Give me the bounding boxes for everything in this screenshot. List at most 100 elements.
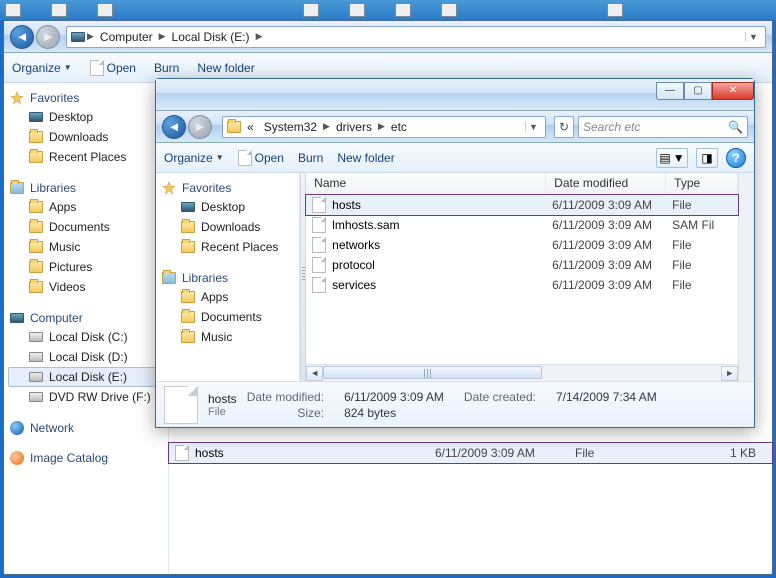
taskbar-icon[interactable] <box>395 3 411 17</box>
breadcrumb-segment[interactable]: Local Disk (E:) <box>168 30 254 44</box>
pane-icon: ◨ <box>701 151 712 165</box>
address-row: ◄ ► « System32 ▶ drivers ▶ etc ▼ ↻ Searc… <box>156 111 754 143</box>
breadcrumb-segment[interactable]: etc <box>387 120 411 134</box>
maximize-button[interactable]: ▢ <box>684 82 712 100</box>
search-input[interactable]: Search etc 🔍 <box>578 116 748 138</box>
file-row[interactable]: services 6/11/2009 3:09 AM File <box>306 275 738 295</box>
nav-item-image-catalog[interactable]: Image Catalog <box>8 449 164 467</box>
vertical-scrollbar[interactable] <box>738 173 754 381</box>
file-name: hosts <box>332 198 361 212</box>
nav-item-dvd-drive[interactable]: DVD RW Drive (F:) <box>8 387 164 407</box>
burn-button[interactable]: Burn <box>154 61 179 75</box>
nav-item-videos[interactable]: Videos <box>8 277 164 297</box>
nav-item-downloads[interactable]: Downloads <box>8 127 164 147</box>
breadcrumb-dropdown[interactable]: ▼ <box>745 32 761 42</box>
file-name: lmhosts.sam <box>332 218 399 232</box>
breadcrumb-overflow[interactable]: « <box>243 120 258 134</box>
view-mode-button[interactable]: ▤▼ <box>656 148 688 168</box>
nav-item-recent-places[interactable]: Recent Places <box>8 147 164 167</box>
nav-item-desktop[interactable]: Desktop <box>160 197 295 217</box>
new-folder-button[interactable]: New folder <box>337 151 394 165</box>
close-button[interactable]: ✕ <box>712 82 754 100</box>
titlebar[interactable]: ◄ ► ▶ Computer ▶ Local Disk (E:) ▶ ▼ <box>4 21 772 53</box>
file-row[interactable]: hosts 6/11/2009 3:09 AM File 1 KB <box>169 443 772 463</box>
horizontal-scrollbar[interactable]: ◄ ► <box>306 364 738 381</box>
chevron-right-icon[interactable]: ▶ <box>378 121 385 132</box>
breadcrumb-segment[interactable]: Computer <box>96 30 157 44</box>
taskbar-icon[interactable] <box>51 3 67 17</box>
scroll-thumb[interactable] <box>323 366 542 379</box>
titlebar[interactable]: — ▢ ✕ <box>156 79 754 111</box>
taskbar-icon[interactable] <box>441 3 457 17</box>
chevron-right-icon[interactable]: ▶ <box>159 31 166 42</box>
organize-menu[interactable]: Organize▼ <box>164 151 224 165</box>
nav-group-libraries[interactable]: Libraries <box>160 269 295 287</box>
nav-item-apps[interactable]: Apps <box>8 197 164 217</box>
folder-icon <box>29 151 43 163</box>
column-type[interactable]: Type <box>666 173 738 194</box>
nav-group-favorites[interactable]: Favorites <box>8 89 164 107</box>
drive-icon <box>29 352 43 362</box>
nav-item-documents[interactable]: Documents <box>160 307 295 327</box>
file-name: protocol <box>332 258 375 272</box>
new-folder-button[interactable]: New folder <box>197 61 254 75</box>
details-size-label: Size: <box>247 406 324 420</box>
nav-item-music[interactable]: Music <box>8 237 164 257</box>
nav-item-recent-places[interactable]: Recent Places <box>160 237 295 257</box>
minimize-button[interactable]: — <box>656 82 684 100</box>
breadcrumb-bar[interactable]: « System32 ▶ drivers ▶ etc ▼ <box>222 116 546 138</box>
open-button[interactable]: Open <box>90 60 136 76</box>
taskbar-icon[interactable] <box>303 3 319 17</box>
scroll-right-button[interactable]: ► <box>721 366 738 381</box>
nav-item-local-disk-d[interactable]: Local Disk (D:) <box>8 347 164 367</box>
nav-item-local-disk-e[interactable]: Local Disk (E:) <box>8 367 164 387</box>
nav-item-network[interactable]: Network <box>8 419 164 437</box>
nav-item-music[interactable]: Music <box>160 327 295 347</box>
chevron-right-icon[interactable]: ▶ <box>87 31 94 42</box>
nav-item-pictures[interactable]: Pictures <box>8 257 164 277</box>
nav-group-favorites[interactable]: Favorites <box>160 179 295 197</box>
help-button[interactable]: ? <box>726 148 746 168</box>
column-headers[interactable]: Name Date modified Type <box>306 173 738 195</box>
file-row[interactable]: networks 6/11/2009 3:09 AM File <box>306 235 738 255</box>
chevron-right-icon[interactable]: ▶ <box>256 31 263 42</box>
preview-pane-button[interactable]: ◨ <box>696 148 718 168</box>
taskbar-icon[interactable] <box>349 3 365 17</box>
file-row[interactable]: protocol 6/11/2009 3:09 AM File <box>306 255 738 275</box>
nav-group-libraries[interactable]: Libraries <box>8 179 164 197</box>
breadcrumb-segment[interactable]: drivers <box>332 120 376 134</box>
nav-item-desktop[interactable]: Desktop <box>8 107 164 127</box>
forward-button[interactable]: ► <box>188 115 212 139</box>
taskbar-icon[interactable] <box>97 3 113 17</box>
nav-item-downloads[interactable]: Downloads <box>160 217 295 237</box>
column-date[interactable]: Date modified <box>546 173 666 194</box>
folder-icon <box>181 291 195 303</box>
nav-item-documents[interactable]: Documents <box>8 217 164 237</box>
desktop-icon <box>29 112 43 122</box>
back-button[interactable]: ◄ <box>10 25 34 49</box>
refresh-button[interactable]: ↻ <box>554 116 574 138</box>
scroll-track[interactable] <box>323 366 721 381</box>
column-name[interactable]: Name <box>306 173 546 194</box>
chevron-right-icon[interactable]: ▶ <box>323 121 330 132</box>
back-button[interactable]: ◄ <box>162 115 186 139</box>
file-type: File <box>575 446 675 460</box>
page-icon <box>238 150 252 166</box>
taskbar-icon[interactable] <box>5 3 21 17</box>
organize-menu[interactable]: Organize▼ <box>12 61 72 75</box>
nav-item-local-disk-c[interactable]: Local Disk (C:) <box>8 327 164 347</box>
forward-button[interactable]: ► <box>36 25 60 49</box>
file-row[interactable]: hosts 6/11/2009 3:09 AM File <box>306 195 738 215</box>
nav-group-computer[interactable]: Computer <box>8 309 164 327</box>
breadcrumb-dropdown[interactable]: ▼ <box>525 122 541 132</box>
taskbar-icon[interactable] <box>607 3 623 17</box>
nav-item-apps[interactable]: Apps <box>160 287 295 307</box>
open-button[interactable]: Open <box>238 150 284 166</box>
breadcrumb-bar[interactable]: ▶ Computer ▶ Local Disk (E:) ▶ ▼ <box>66 26 766 48</box>
file-row[interactable]: lmhosts.sam 6/11/2009 3:09 AM SAM Fil <box>306 215 738 235</box>
page-icon <box>90 60 104 76</box>
breadcrumb-segment[interactable]: System32 <box>260 120 321 134</box>
burn-button[interactable]: Burn <box>298 151 323 165</box>
scroll-left-button[interactable]: ◄ <box>306 366 323 381</box>
file-name: services <box>332 278 376 292</box>
